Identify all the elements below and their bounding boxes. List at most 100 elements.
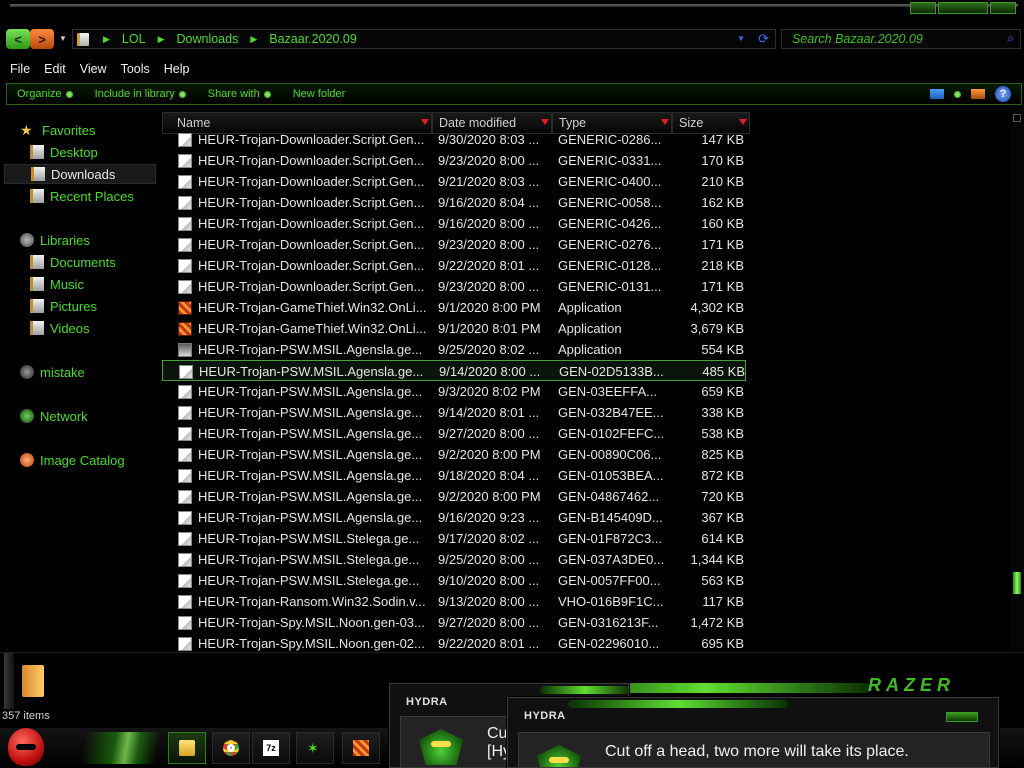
new-folder-button[interactable]: New folder [293, 88, 346, 100]
address-dropdown-icon[interactable]: ▼ [737, 34, 745, 43]
star-icon: ★ [20, 122, 33, 138]
table-row[interactable]: HEUR-Trojan-Downloader.Script.Gen... 9/16… [162, 213, 746, 234]
menu-tools[interactable]: Tools [121, 62, 150, 76]
refresh-icon[interactable]: ⟳ [758, 31, 769, 47]
table-row[interactable]: HEUR-Trojan-Downloader.Script.Gen... 9/23… [162, 276, 746, 297]
search-icon[interactable]: ⌕ [1007, 31, 1014, 46]
popup-title: HYDRA [406, 696, 448, 708]
menu-help[interactable]: Help [164, 62, 190, 76]
back-button[interactable]: < [6, 29, 30, 49]
breadcrumb-item-downloads[interactable]: Downloads [176, 32, 238, 46]
sidebar-item-recent-places[interactable]: Recent Places [30, 186, 134, 206]
sidebar-item-desktop[interactable]: Desktop [30, 142, 98, 162]
preview-pane-icon[interactable] [971, 89, 985, 99]
table-row[interactable]: HEUR-Trojan-PSW.MSIL.Agensla.ge... 9/2/20… [162, 486, 746, 507]
table-row[interactable]: HEUR-Trojan-Downloader.Script.Gen... 9/21… [162, 171, 746, 192]
table-row[interactable]: HEUR-Trojan-Downloader.Script.Gen... 9/30… [162, 129, 746, 150]
table-row[interactable]: HEUR-Trojan-Downloader.Script.Gen... 9/23… [162, 234, 746, 255]
start-button[interactable] [8, 728, 44, 766]
table-row[interactable]: HEUR-Trojan-Downloader.Script.Gen... 9/22… [162, 255, 746, 276]
sidebar-item-documents[interactable]: Documents [30, 252, 116, 272]
table-row[interactable]: HEUR-Trojan-PSW.MSIL.Agensla.ge... 9/16/2… [162, 507, 746, 528]
share-with-button[interactable]: Share with [208, 88, 271, 100]
breadcrumb-item-current[interactable]: Bazaar.2020.09 [269, 32, 357, 46]
file-date: 9/23/2020 8:00 ... [438, 153, 540, 168]
taskbar-7zip-button[interactable]: 7z [252, 732, 290, 764]
file-date: 9/23/2020 8:00 ... [438, 237, 540, 252]
file-type: GENERIC-0276... [558, 237, 662, 252]
table-row[interactable]: HEUR-Trojan-GameThief.Win32.OnLi... 9/1/2… [162, 318, 746, 339]
taskbar-hydra-button[interactable]: ✶ [296, 732, 334, 764]
sidebar-item-downloads[interactable]: Downloads [4, 164, 156, 184]
table-row[interactable]: HEUR-Trojan-PSW.MSIL.Agensla.ge... 9/25/2… [162, 339, 746, 360]
table-row[interactable]: HEUR-Trojan-PSW.MSIL.Stelega.ge... 9/17/2… [162, 528, 746, 549]
maximize-button[interactable] [938, 2, 988, 14]
dropdown-orb-icon [263, 90, 271, 98]
table-row[interactable]: HEUR-Trojan-Spy.MSIL.Noon.gen-03... 9/27/… [162, 612, 746, 633]
breadcrumb-item-lol[interactable]: LOL [122, 32, 146, 46]
menu-view[interactable]: View [80, 62, 107, 76]
table-row[interactable]: HEUR-Trojan-PSW.MSIL.Agensla.ge... 9/27/2… [162, 423, 746, 444]
taskbar-chrome-button[interactable] [212, 732, 250, 764]
7zip-icon: 7z [263, 740, 279, 756]
file-name: HEUR-Trojan-Ransom.Win32.Sodin.v... [198, 594, 426, 609]
organize-button[interactable]: Organize [17, 88, 73, 100]
table-row[interactable]: HEUR-Trojan-PSW.MSIL.Stelega.ge... 9/10/2… [162, 570, 746, 591]
table-row[interactable]: HEUR-Trojan-Ransom.Win32.Sodin.v... 9/13/… [162, 591, 746, 612]
sidebar-item-label: Recent Places [50, 188, 134, 204]
popup-close-button[interactable] [946, 712, 978, 722]
file-type: GEN-00890C06... [558, 447, 662, 462]
sidebar-item-network[interactable]: Network [20, 406, 88, 426]
file-size: 210 KB [701, 174, 744, 189]
sidebar-item-videos[interactable]: Videos [30, 318, 90, 338]
search-input[interactable]: Search Bazaar.2020.09 ⌕ [781, 29, 1021, 49]
address-bar[interactable]: ▶ LOL ▶ Downloads ▶ Bazaar.2020.09 ▼ ⟳ [72, 29, 776, 49]
sidebar-item-pictures[interactable]: Pictures [30, 296, 97, 316]
minimize-button[interactable] [910, 2, 936, 14]
table-row[interactable]: HEUR-Trojan-GameThief.Win32.OnLi... 9/1/2… [162, 297, 746, 318]
recent-pages-dropdown-icon[interactable]: ▼ [59, 34, 67, 43]
sidebar-item-libraries[interactable]: Libraries [20, 230, 90, 250]
help-icon[interactable]: ? [995, 86, 1011, 102]
menu-file[interactable]: File [10, 62, 30, 76]
application-icon [178, 322, 192, 336]
file-name: HEUR-Trojan-Downloader.Script.Gen... [198, 258, 425, 273]
close-button[interactable] [990, 2, 1016, 14]
forward-button[interactable]: > [30, 29, 54, 49]
file-name: HEUR-Trojan-PSW.MSIL.Stelega.ge... [198, 573, 420, 588]
file-size: 695 KB [701, 636, 744, 651]
include-in-library-button[interactable]: Include in library [95, 88, 186, 100]
table-row[interactable]: HEUR-Trojan-PSW.MSIL.Agensla.ge... 9/3/20… [162, 381, 746, 402]
table-row[interactable]: HEUR-Trojan-PSW.MSIL.Agensla.ge... 9/14/2… [162, 360, 746, 381]
menu-edit[interactable]: Edit [44, 62, 66, 76]
window-controls [910, 2, 1016, 14]
vertical-scrollbar[interactable] [1010, 110, 1024, 652]
window-title-strip [0, 0, 1024, 28]
change-view-icon[interactable] [930, 89, 944, 99]
taskbar-explorer-button[interactable] [168, 732, 206, 764]
image-catalog-icon [20, 453, 34, 467]
table-row[interactable]: HEUR-Trojan-Downloader.Script.Gen... 9/23… [162, 150, 746, 171]
scrollbar-thumb[interactable] [1013, 572, 1021, 594]
file-name: HEUR-Trojan-PSW.MSIL.Stelega.ge... [198, 531, 420, 546]
table-row[interactable]: HEUR-Trojan-Spy.MSIL.Noon.gen-02... 9/22/… [162, 633, 746, 652]
file-date: 9/1/2020 8:00 PM [438, 300, 541, 315]
hydra-popup-front[interactable]: HYDRA Cut off a head, two more will take… [507, 697, 999, 768]
sidebar-item-mistake[interactable]: mistake [20, 362, 85, 382]
taskbar-app-button[interactable] [342, 732, 380, 764]
file-name: HEUR-Trojan-PSW.MSIL.Agensla.ge... [198, 510, 423, 525]
table-row[interactable]: HEUR-Trojan-PSW.MSIL.Agensla.ge... 9/18/2… [162, 465, 746, 486]
sidebar-item-favorites[interactable]: ★ Favorites [20, 120, 95, 140]
sidebar-item-music[interactable]: Music [30, 274, 84, 294]
sidebar-item-label: Libraries [40, 232, 90, 248]
libraries-icon [20, 233, 34, 247]
table-row[interactable]: HEUR-Trojan-PSW.MSIL.Agensla.ge... 9/2/20… [162, 444, 746, 465]
table-row[interactable]: HEUR-Trojan-PSW.MSIL.Agensla.ge... 9/14/2… [162, 402, 746, 423]
sidebar-item-image-catalog[interactable]: Image Catalog [20, 450, 125, 470]
scroll-up-icon[interactable] [1013, 114, 1021, 122]
file-type: Application [558, 321, 622, 336]
view-options-button[interactable] [954, 90, 961, 98]
table-row[interactable]: HEUR-Trojan-PSW.MSIL.Stelega.ge... 9/25/2… [162, 549, 746, 570]
table-row[interactable]: HEUR-Trojan-Downloader.Script.Gen... 9/16… [162, 192, 746, 213]
file-type: GEN-01053BEA... [558, 468, 664, 483]
